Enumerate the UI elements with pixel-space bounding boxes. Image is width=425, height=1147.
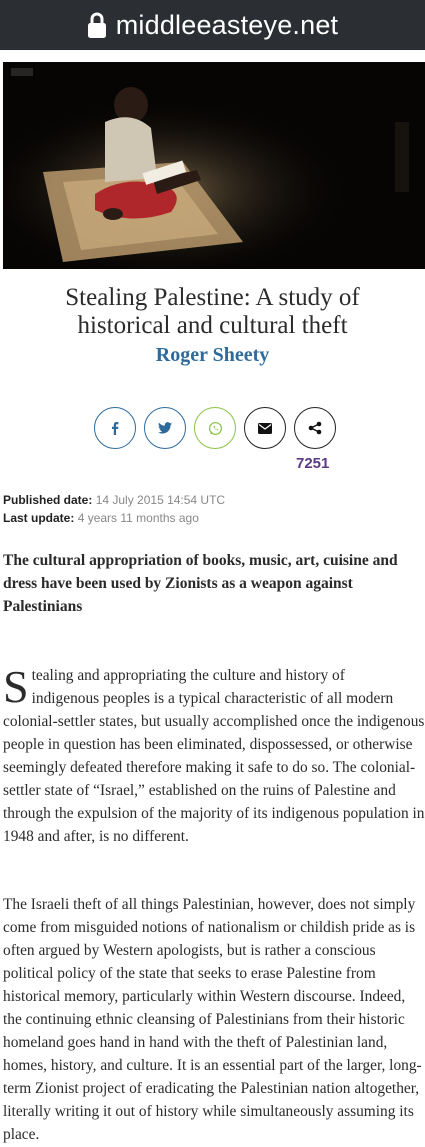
lock-icon [87, 11, 107, 39]
paragraph-1-line-1: tealing and appropriating the culture an… [31, 667, 345, 684]
facebook-share-button[interactable] [94, 407, 136, 449]
author-link[interactable]: Roger Sheety [0, 344, 425, 367]
whatsapp-icon [208, 421, 222, 435]
article-paragraph-2: The Israeli theft of all things Palestin… [3, 896, 422, 1143]
last-update: Last update: 4 years 11 months ago [3, 511, 199, 525]
published-value: 14 July 2015 14:54 UTC [95, 493, 226, 507]
article-title: Stealing Palestine: A study of historica… [65, 284, 360, 339]
share-count: 7251 [296, 455, 330, 472]
email-icon [258, 422, 272, 434]
twitter-share-button[interactable] [144, 407, 186, 449]
url-text: middleeasteye.net [115, 9, 339, 40]
share-icon [308, 421, 322, 435]
paragraph-1-rest: colonial-settler states, but usually acc… [3, 713, 425, 845]
whatsapp-share-button[interactable] [194, 407, 236, 449]
drop-cap: S [3, 661, 29, 712]
more-share-button[interactable] [294, 407, 336, 449]
published-label: Published date: [3, 493, 93, 507]
email-share-button[interactable] [244, 407, 286, 449]
article-paragraph-1: S tealing and appropriating the culture … [3, 664, 425, 848]
article-standfirst: The cultural appropriation of books, mus… [3, 552, 398, 615]
updated-value: 4 years 11 months ago [77, 511, 199, 525]
paragraph-1-line-2: indigenous peoples is a typical characte… [31, 690, 394, 707]
facebook-icon [112, 422, 119, 435]
published-date: Published date: 14 July 2015 14:54 UTC [3, 493, 225, 507]
share-bar [0, 407, 425, 451]
browser-url-bar[interactable]: middleeasteye.net [0, 0, 425, 50]
hero-image [3, 62, 425, 269]
updated-label: Last update: [3, 511, 75, 525]
twitter-icon [158, 422, 172, 434]
